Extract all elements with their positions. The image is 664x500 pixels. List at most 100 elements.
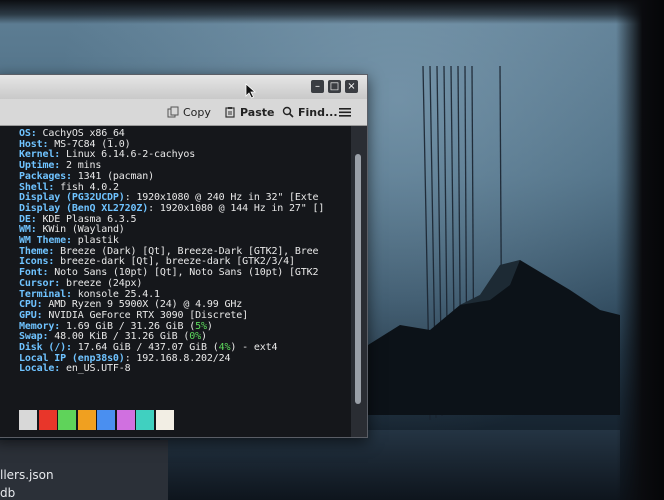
color-palette-swatch bbox=[77, 410, 96, 431]
color-palette-swatch bbox=[136, 410, 154, 431]
terminal-value: AMD Ryzen 9 5900X (24) @ 4.99 GHz bbox=[42, 299, 243, 311]
taskbar-fragment: llers.json db bbox=[0, 440, 168, 500]
terminal-value-tail: ) bbox=[206, 320, 213, 332]
terminal-value: plastik bbox=[71, 235, 119, 246]
search-icon bbox=[282, 106, 294, 118]
color-palette-swatch bbox=[116, 410, 135, 431]
wallpaper-water bbox=[160, 430, 620, 500]
terminal-key: Swap: bbox=[19, 331, 49, 343]
terminal-value: konsole 25.4.1 bbox=[71, 288, 160, 300]
terminal-key: Terminal: bbox=[19, 288, 72, 300]
terminal-key: Memory: bbox=[19, 320, 61, 332]
terminal-value: Noto Sans (10pt) [Qt], Noto Sans (10pt) … bbox=[48, 267, 319, 279]
terminal-value: Breeze (Dark) [Qt], Breeze-Dark [GTK2], … bbox=[54, 245, 319, 257]
color-palette-swatch bbox=[155, 410, 174, 431]
minimize-button[interactable]: – bbox=[311, 80, 324, 93]
terminal-line: Host: MS-7C84 (1.0) bbox=[19, 139, 131, 150]
terminal-key: Packages: bbox=[19, 170, 72, 182]
dock-item[interactable]: db bbox=[0, 486, 15, 500]
terminal-line: GPU: NVIDIA GeForce RTX 3090 [Discrete] bbox=[19, 310, 248, 321]
close-button[interactable]: × bbox=[345, 80, 358, 93]
terminal-value: 2 mins bbox=[60, 160, 102, 172]
mouse-cursor-icon bbox=[245, 83, 257, 99]
terminal-line: WM: KWin (Wayland) bbox=[19, 224, 125, 235]
terminal-line: WM Theme: plastik bbox=[19, 235, 119, 246]
terminal-key: Local IP bbox=[19, 352, 72, 364]
terminal-line: Disk (/): 17.64 GiB / 437.07 GiB (4%) - … bbox=[19, 342, 277, 353]
terminal-line: Display (PG32UCDP): 1920x1080 @ 240 Hz i… bbox=[19, 192, 319, 204]
usage-percent: 5% bbox=[195, 320, 207, 332]
terminal-key: Disk (/): bbox=[19, 342, 72, 353]
copy-button[interactable]: Copy bbox=[167, 103, 211, 121]
terminal-line: Cursor: breeze (24px) bbox=[19, 278, 142, 289]
find-button[interactable]: Find... bbox=[282, 103, 338, 121]
terminal-line: CPU: AMD Ryzen 9 5900X (24) @ 4.99 GHz bbox=[19, 299, 242, 310]
wallpaper-mountain bbox=[360, 260, 620, 415]
terminal-key: Kernel: bbox=[19, 149, 61, 161]
color-palette-swatch bbox=[58, 410, 76, 431]
terminal-value: en_US.UTF-8 bbox=[60, 363, 131, 375]
terminal-value: KWin (Wayland) bbox=[36, 224, 125, 236]
terminal-key: Shell: bbox=[19, 181, 55, 193]
find-label: Find... bbox=[298, 105, 338, 119]
terminal-key: Display bbox=[19, 192, 66, 204]
terminal-value: 48.00 KiB / 31.26 GiB ( bbox=[48, 331, 190, 343]
terminal-line: Kernel: Linux 6.14.6-2-cachyos bbox=[19, 149, 195, 160]
terminal-line: Locale: en_US.UTF-8 bbox=[19, 363, 131, 374]
terminal-key-detail: (PG32UCDP) bbox=[65, 192, 125, 204]
konsole-window[interactable]: – □ × Copy Paste Find... OS: CachyOS x86… bbox=[0, 74, 368, 438]
terminal-value: : 192.168.8.202/24 bbox=[124, 352, 231, 364]
konsole-toolbar: Copy Paste Find... bbox=[0, 99, 367, 126]
terminal-value: : 1920x1080 @ 240 Hz in 32" [Exte bbox=[124, 192, 319, 204]
window-titlebar[interactable]: – □ × bbox=[0, 75, 367, 99]
terminal-value: 1.69 GiB / 31.26 GiB ( bbox=[60, 320, 196, 332]
terminal-line: DE: KDE Plasma 6.3.5 bbox=[19, 213, 137, 225]
color-palette-swatch bbox=[38, 410, 57, 431]
monitor-bezel-right bbox=[616, 0, 664, 500]
terminal-key: WM: bbox=[19, 224, 37, 236]
terminal-line: Icons: breeze-dark [Qt], breeze-dark [GT… bbox=[19, 256, 295, 267]
terminal-key: Uptime: bbox=[19, 160, 61, 172]
terminal-line: Font: Noto Sans (10pt) [Qt], Noto Sans (… bbox=[19, 267, 319, 279]
terminal-key: Cursor: bbox=[19, 277, 61, 289]
terminal-output[interactable]: OS: CachyOS x86_64 Host: MS-7C84 (1.0) Ker… bbox=[0, 126, 351, 437]
dock-item[interactable]: llers.json bbox=[0, 468, 54, 482]
terminal-value: 1341 (pacman) bbox=[71, 170, 155, 182]
usage-percent: 4% bbox=[218, 342, 231, 353]
color-palette-swatch bbox=[97, 410, 115, 431]
terminal-line: Local IP (enp38s0): 192.168.8.202/24 bbox=[19, 352, 231, 364]
terminal-key: GPU: bbox=[19, 309, 43, 321]
terminal-key-detail: (BenQ XL2720Z) bbox=[65, 202, 149, 214]
terminal-value: 17.64 GiB / 437.07 GiB ( bbox=[71, 342, 219, 353]
terminal-line: OS: CachyOS x86_64 bbox=[19, 128, 125, 139]
terminal-line: Memory: 1.69 GiB / 31.26 GiB (5%) bbox=[19, 321, 213, 332]
terminal-key: CPU: bbox=[19, 299, 43, 311]
terminal-line: Display (BenQ XL2720Z): 1920x1080 @ 144 … bbox=[19, 203, 324, 214]
terminal-key: Theme: bbox=[19, 245, 55, 257]
terminal-key: OS: bbox=[19, 128, 37, 139]
terminal-value-tail: ) bbox=[201, 331, 207, 343]
hamburger-menu-icon bbox=[339, 108, 351, 117]
terminal-value: breeze (24px) bbox=[60, 277, 143, 289]
terminal-line: Shell: fish 4.0.2 bbox=[19, 182, 119, 193]
terminal-value: CachyOS x86_64 bbox=[36, 128, 125, 139]
terminal-line: Theme: Breeze (Dark) [Qt], Breeze-Dark [… bbox=[19, 245, 319, 257]
terminal-key: WM Theme: bbox=[19, 235, 72, 246]
terminal-key: Icons: bbox=[19, 256, 55, 268]
terminal-key: Display bbox=[19, 202, 66, 214]
terminal-key: DE: bbox=[19, 213, 37, 225]
terminal-value: KDE Plasma 6.3.5 bbox=[36, 213, 137, 225]
scrollbar-thumb[interactable] bbox=[355, 154, 361, 404]
terminal-value-tail: ) - ext4 bbox=[230, 342, 278, 353]
terminal-line: Packages: 1341 (pacman) bbox=[19, 171, 154, 182]
terminal-value: : 1920x1080 @ 144 Hz in 27" [] bbox=[148, 202, 325, 214]
paste-button[interactable]: Paste bbox=[224, 103, 274, 121]
terminal-key: Host: bbox=[19, 138, 49, 150]
maximize-button[interactable]: □ bbox=[328, 80, 341, 93]
terminal-line: Terminal: konsole 25.4.1 bbox=[19, 289, 160, 300]
terminal-scrollbar[interactable] bbox=[351, 126, 367, 437]
hamburger-menu-button[interactable] bbox=[339, 103, 351, 121]
terminal-value: breeze-dark [Qt], breeze-dark [GTK2/3/4] bbox=[54, 256, 295, 268]
terminal-line: Swap: 48.00 KiB / 31.26 GiB (0%) bbox=[19, 331, 207, 342]
copy-label: Copy bbox=[183, 105, 211, 119]
